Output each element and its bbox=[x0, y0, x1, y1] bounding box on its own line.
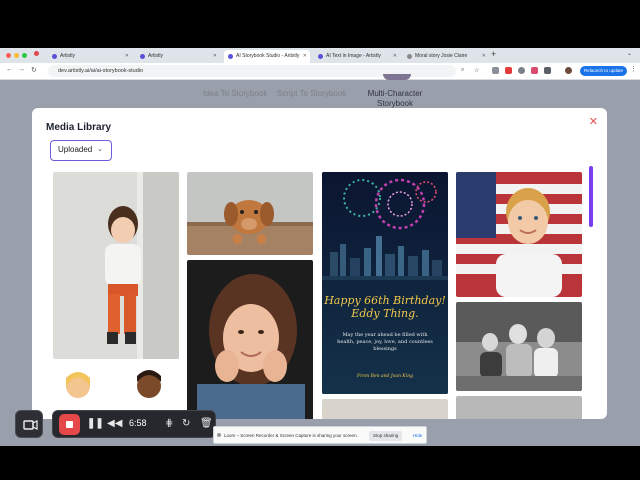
url-text: dev.artistly.ai/ai/ai-storybook-studio bbox=[58, 68, 144, 74]
screen: Artistly ✕ Artistly ✕ AI Storybook Studi… bbox=[0, 48, 640, 446]
media-item-birthday-card[interactable]: Happy 66th Birthday! Eddy Thing. May the… bbox=[322, 172, 448, 394]
card-message: May the year ahead be filled with health… bbox=[337, 332, 433, 352]
avatar bbox=[383, 74, 411, 80]
toddler-photo bbox=[53, 172, 179, 359]
restart-icon[interactable]: ↻ bbox=[182, 417, 190, 431]
tab-close-icon[interactable]: ✕ bbox=[213, 50, 217, 63]
media-item-partial[interactable] bbox=[456, 396, 582, 419]
forward-arrow-icon[interactable]: → bbox=[18, 66, 25, 73]
family-bw-photo bbox=[456, 302, 582, 391]
recording-controls: ❚❚ ◀◀ 6:58 ⋕ ↻ 🗑 bbox=[52, 410, 216, 438]
tab-title: Artistly bbox=[148, 53, 163, 59]
media-filter-dropdown[interactable]: Uploaded ⌄ bbox=[50, 140, 112, 161]
browser-tab-1[interactable]: Artistly ✕ bbox=[136, 50, 220, 63]
tab-close-icon[interactable]: ✕ bbox=[393, 50, 397, 63]
camera-icon bbox=[23, 420, 38, 430]
media-item-puppy[interactable] bbox=[187, 172, 313, 255]
media-item-partial[interactable] bbox=[322, 399, 448, 419]
extension-icon[interactable] bbox=[492, 67, 499, 74]
artistly-favicon-icon bbox=[140, 54, 145, 59]
back-arrow-icon[interactable]: ← bbox=[6, 66, 13, 73]
trash-icon[interactable]: 🗑 bbox=[200, 417, 213, 431]
bookmark-star-icon[interactable]: ☆ bbox=[474, 67, 479, 74]
puppy-photo bbox=[187, 172, 313, 255]
extensions-puzzle-icon[interactable] bbox=[544, 67, 551, 74]
browser-tab-0[interactable]: Artistly ✕ bbox=[48, 50, 132, 63]
reload-icon[interactable]: ↻ bbox=[31, 66, 37, 74]
profile-avatar[interactable] bbox=[565, 67, 572, 74]
browser-tab-3[interactable]: AI Text in Image - Artistly ✕ bbox=[314, 50, 400, 63]
chevron-down-icon: ⌄ bbox=[97, 146, 103, 153]
recording-tab-icon bbox=[34, 51, 39, 56]
tab-search-chevron-icon[interactable]: ⌄ bbox=[627, 50, 632, 57]
loom-extension-icon[interactable] bbox=[531, 67, 538, 74]
minimize-window-button[interactable] bbox=[14, 53, 19, 58]
boy-flag-photo bbox=[456, 172, 582, 297]
stop-recording-button[interactable] bbox=[59, 414, 80, 435]
camera-toggle-button[interactable] bbox=[15, 410, 43, 438]
new-tab-button[interactable]: + bbox=[491, 49, 496, 59]
youtube-extension-icon[interactable] bbox=[505, 67, 512, 74]
tab-close-icon[interactable]: ✕ bbox=[125, 50, 129, 63]
browser-tab-4[interactable]: Moral story Josie Claire ✕ bbox=[403, 50, 489, 63]
share-message: Loom – Screen Recorder & Screen Capture … bbox=[224, 433, 358, 438]
close-window-button[interactable] bbox=[6, 53, 11, 58]
tab-title: AI Storybook Studio - Artistly bbox=[236, 53, 300, 59]
menu-kebab-icon[interactable]: ⋮ bbox=[630, 65, 637, 73]
close-icon[interactable]: ✕ bbox=[589, 115, 598, 128]
card-headline: Happy 66th Birthday! bbox=[324, 294, 446, 307]
extension-icon[interactable] bbox=[518, 67, 525, 74]
media-item-boy-flag[interactable] bbox=[456, 172, 582, 297]
stop-sharing-button[interactable]: Stop sharing bbox=[369, 431, 403, 441]
hide-button[interactable]: Hide bbox=[413, 433, 422, 438]
media-item-toddler[interactable] bbox=[53, 172, 179, 359]
tab-strip: Artistly ✕ Artistly ✕ AI Storybook Studi… bbox=[0, 48, 640, 63]
browser-toolbar: ← → ↻ dev.artistly.ai/ai/ai-storybook-st… bbox=[0, 63, 640, 80]
tab-close-icon[interactable]: ✕ bbox=[303, 50, 307, 63]
artistly-favicon-icon bbox=[228, 54, 233, 59]
tab-title: AI Text in Image - Artistly bbox=[326, 53, 381, 59]
browser-tab-active[interactable]: AI Storybook Studio - Artistly ✕ bbox=[224, 50, 310, 63]
card-greeting: Happy 66th Birthday! Eddy Thing. bbox=[322, 294, 448, 320]
stop-icon bbox=[66, 421, 73, 428]
maximize-window-button[interactable] bbox=[22, 53, 27, 58]
artistly-favicon-icon bbox=[52, 54, 57, 59]
globe-favicon-icon bbox=[407, 54, 412, 59]
media-library-modal: Media Library ✕ Uploaded ⌄ Happy 66th Bi… bbox=[32, 108, 607, 419]
recording-timer: 6:58 bbox=[129, 418, 147, 428]
scrollbar-thumb[interactable] bbox=[589, 166, 593, 227]
tab-idea-to-storybook[interactable]: Idea To Storybook bbox=[203, 89, 267, 98]
grid-icon[interactable]: ⋕ bbox=[165, 417, 173, 431]
card-name: Eddy Thing. bbox=[351, 307, 419, 320]
girl-portrait-photo bbox=[187, 260, 313, 419]
relaunch-button[interactable]: Relaunch to update bbox=[580, 66, 628, 76]
tab-title: Moral story Josie Claire bbox=[415, 53, 468, 59]
screen-share-notice: Loom – Screen Recorder & Screen Capture … bbox=[213, 426, 427, 444]
tab-title: Artistly bbox=[60, 53, 75, 59]
zoom-search-icon[interactable]: ⌕ bbox=[461, 67, 464, 74]
rewind-icon[interactable]: ◀◀ bbox=[107, 417, 122, 431]
fireworks-cityscape-image bbox=[322, 172, 448, 394]
tab-close-icon[interactable]: ✕ bbox=[482, 50, 486, 63]
media-item-girl-portrait[interactable] bbox=[187, 260, 313, 419]
dropdown-selected-value: Uploaded bbox=[58, 145, 93, 154]
modal-title: Media Library bbox=[46, 122, 112, 133]
artistly-favicon-icon bbox=[318, 54, 323, 59]
card-signature: From Ben and Joan King bbox=[357, 374, 413, 379]
tab-multi-character-storybook[interactable]: Multi-Character Storybook bbox=[363, 89, 427, 109]
pause-icon[interactable]: ❚❚ bbox=[87, 417, 104, 431]
tab-script-to-storybook[interactable]: Script To Storybook bbox=[277, 89, 346, 98]
share-indicator-icon bbox=[217, 433, 221, 437]
media-item-family-bw[interactable] bbox=[456, 302, 582, 391]
